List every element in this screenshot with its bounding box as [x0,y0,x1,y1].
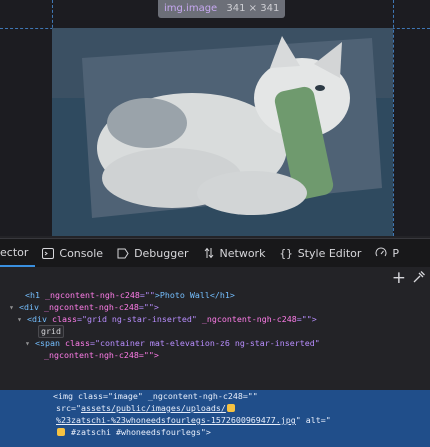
img-alt-attr: " alt=" [295,415,331,425]
cat-photo [52,28,393,236]
selected-img-node[interactable]: <img class="image" _ngcontent-ngh-c248="… [0,390,430,447]
add-node-icon[interactable]: + [392,268,406,288]
expand-arrow-icon[interactable]: ▾ [25,338,30,348]
tab-network-label: Network [219,246,266,260]
span-ng-attr: _ngcontent-ngh-c248=""> [44,350,159,360]
img-src-filename[interactable]: %23zatschi-%23whoneedsfourlegs-157260096… [56,415,296,425]
h1-attr-name: _ngcontent-ngh-c248 [44,290,140,300]
tree-node-h1[interactable]: <h1 _ngcontent-ngh-c248="">Photo Wall</h… [0,289,430,301]
highlighted-cat-image[interactable] [52,28,393,236]
tab-debugger-label: Debugger [134,246,189,260]
div-attr-value: =""> [138,302,159,312]
grid-div-ng-attr: _ngcontent-ngh-c248 [196,314,297,324]
h1-tag: <h1 [25,290,45,300]
eyedropper-icon[interactable] [412,270,426,284]
span-tag: <span [35,338,65,348]
emoji-icon [226,404,235,412]
element-tooltip: img.image 341 × 341 [158,0,286,18]
tab-debugger[interactable]: Debugger [110,239,195,267]
div-tag: <div [19,302,44,312]
h1-attr-value: ="" [139,290,155,300]
grid-badge-row: grid [0,325,430,338]
tab-performance[interactable]: P [368,239,406,267]
emoji-icon [57,428,65,436]
tab-inspector[interactable]: ector [0,239,36,267]
tab-inspector-label: ector [0,245,29,259]
debugger-icon [117,248,129,258]
tab-performance-label: P [392,246,400,260]
sel-line-1: <img class="image" _ngcontent-ngh-c248="… [0,390,430,402]
network-icon [204,247,213,259]
tooltip-dimensions: 341 × 341 [226,3,280,14]
performance-icon [375,247,387,257]
span-class-attr: class [64,338,90,348]
expand-arrow-icon[interactable]: ▾ [9,302,14,312]
grid-div-ng-value: =""> [296,314,317,324]
tab-console-label: Console [59,246,104,260]
sel-line-4: #zatschi #whoneedsfourlegs"> [0,426,430,438]
tab-style-editor-label: Style Editor [297,246,362,260]
tree-node-span[interactable]: ▾ <span class="container mat-elevation-z… [0,337,430,349]
h1-content: >Photo Wall</h1> [154,290,235,300]
markup-sub-toolbar: + [0,267,430,289]
grid-div-tag: <div [27,314,52,324]
tree-node-div[interactable]: ▾ <div _ngcontent-ngh-c248=""> [0,301,430,313]
tooltip-tag: img [164,3,183,14]
img-alt-value: #zatschi #whoneedsfourlegs"> [71,427,211,437]
page-preview: img.image 341 × 341 [0,0,430,236]
tab-style-editor[interactable]: {} Style Editor [272,239,368,267]
img-src-attr: src=" [56,403,81,413]
tab-console[interactable]: Console [35,239,110,267]
tab-network[interactable]: Network [196,239,273,267]
grid-div-class-attr: class [51,314,77,324]
expand-arrow-icon[interactable]: ▾ [17,314,22,324]
img-tag-open: <img class="image" _ngcontent-ngh-c248="… [53,391,258,401]
span-attr-continued: _ngcontent-ngh-c248=""> [0,349,430,361]
tree-node-grid-div[interactable]: ▾ <div class="grid ng-star-inserted" _ng… [0,313,430,325]
grid-div-class-value: ="grid ng-star-inserted" [76,314,197,324]
console-icon [42,247,55,259]
guide-line-right [393,0,394,236]
style-editor-icon: {} [279,246,293,260]
sel-line-3: %23zatschi-%23whoneedsfourlegs-157260096… [0,414,430,426]
div-attr-name: _ngcontent-ngh-c248 [43,302,139,312]
sel-line-2: src="assets/public/images/uploads/ [0,402,430,414]
span-class-value: ="container mat-elevation-z6 ng-star-ins… [89,338,320,348]
markup-tree: <h1 _ngcontent-ngh-c248="">Photo Wall</h… [0,289,430,447]
tooltip-class: .image [182,3,218,14]
devtools-toolbar: ector Console Debugger Network {} Style … [0,238,430,268]
img-src-link[interactable]: assets/public/images/uploads/ [81,403,226,413]
